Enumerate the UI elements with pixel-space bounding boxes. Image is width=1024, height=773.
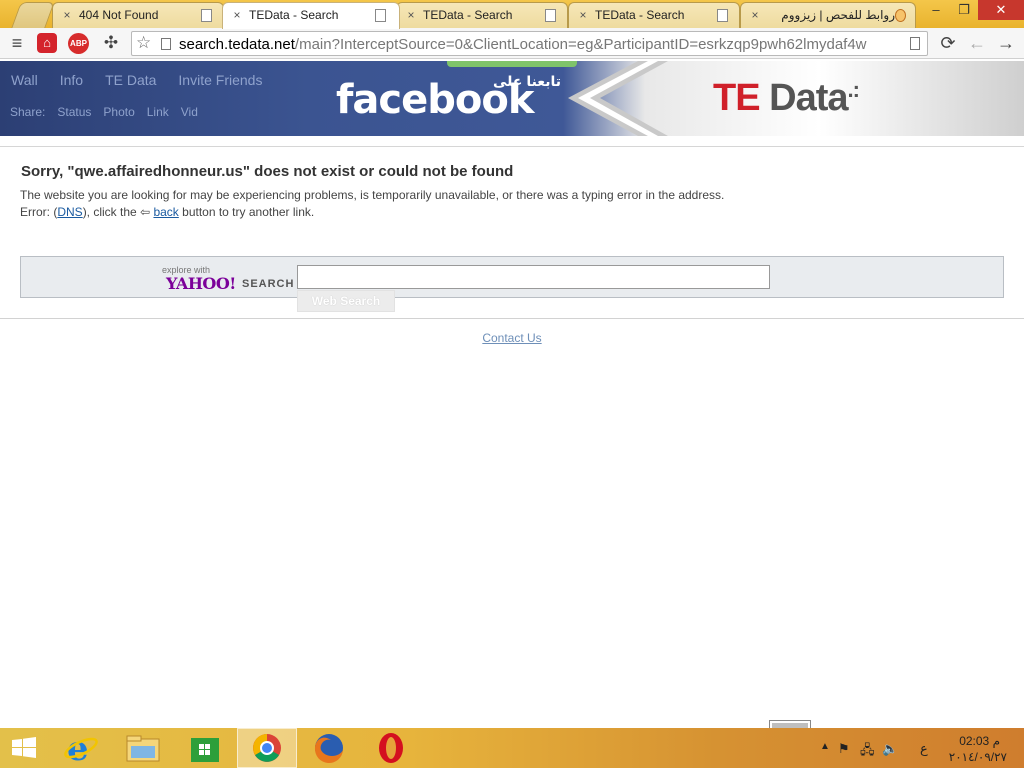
- action-center-flag-icon[interactable]: ⚑: [838, 741, 850, 757]
- fb-tab-wall: Wall: [11, 72, 38, 88]
- error-details: Error: (DNS), click the ⇦ back button to…: [20, 205, 314, 219]
- tab-title: TEData - Search: [595, 8, 685, 22]
- new-tab-button[interactable]: [11, 2, 55, 28]
- url-text[interactable]: search.tedata.net/main?InterceptSource=0…: [179, 36, 911, 53]
- search-input[interactable]: [297, 265, 770, 289]
- extension-pinwheel-icon[interactable]: ✣: [100, 32, 122, 54]
- fb-share-photo: Photo: [103, 105, 135, 119]
- error-title: Sorry, "qwe.affairedhonneur.us" does not…: [21, 163, 514, 180]
- tab-title: TEData - Search: [249, 8, 339, 22]
- minimize-icon[interactable]: –: [922, 0, 950, 20]
- fb-share-video: Vid: [180, 105, 198, 119]
- fb-share-status: Status: [57, 105, 92, 119]
- web-search-button[interactable]: Web Search: [297, 290, 395, 312]
- tab-tedata-search-2[interactable]: × TEData - Search: [396, 2, 568, 28]
- page-icon: [717, 9, 728, 22]
- back-icon[interactable]: ←: [966, 32, 988, 54]
- tab-title: 404 Not Found: [79, 8, 159, 22]
- page-icon: [545, 9, 556, 22]
- yahoo-search-box: explore with YAHOO! SEARCH: [20, 256, 1004, 298]
- fb-share-link: Link: [146, 105, 169, 119]
- search-label: SEARCH: [242, 278, 295, 290]
- bookmark-star-icon[interactable]: ☆: [136, 33, 151, 53]
- close-window-icon[interactable]: ✕: [978, 0, 1024, 20]
- tab-tedata-search-active[interactable]: × TEData - Search: [222, 2, 400, 29]
- page-icon: [161, 38, 171, 50]
- tab-close-icon[interactable]: ×: [749, 8, 761, 22]
- back-arrow-icon: ⇦: [140, 205, 151, 219]
- windows-start-icon[interactable]: [8, 728, 40, 768]
- internet-explorer-icon[interactable]: e: [51, 728, 111, 769]
- windows-taskbar: e ▲ ⚑ 🖧 🔈 ع 02:03 م ٢٠١٤/٠٩/٢٧: [0, 728, 1024, 769]
- dns-link[interactable]: DNS: [57, 205, 82, 219]
- fb-tab-info: Info: [59, 72, 84, 88]
- banner-accent-bar: [447, 61, 577, 67]
- url-domain: search.tedata.net: [179, 36, 295, 53]
- error-prefix: Error: (: [20, 205, 58, 219]
- system-tray: ▲ ⚑ 🖧 🔈 ع 02:03 م ٢٠١٤/٠٩/٢٧: [814, 728, 1024, 768]
- tab-close-icon[interactable]: ×: [231, 8, 243, 22]
- site-favicon-icon: [895, 9, 906, 22]
- tab-tedata-search-3[interactable]: × TEData - Search: [568, 2, 740, 28]
- menu-icon[interactable]: ≡: [6, 32, 28, 54]
- browser-toolbar: ≡ ⌂ ABP ✣ ☆ search.tedata.net/main?Inter…: [0, 28, 1024, 59]
- adblock-plus-icon[interactable]: ABP: [68, 33, 89, 54]
- page-icon: [375, 9, 386, 22]
- contact-us-link[interactable]: Contact Us: [482, 331, 541, 345]
- windows-store-icon[interactable]: [175, 728, 235, 768]
- error-description: The website you are looking for may be e…: [20, 188, 725, 202]
- volume-icon[interactable]: 🔈: [882, 741, 898, 757]
- fb-tabs: Wall Info TE Data Invite Friends: [0, 69, 273, 91]
- back-link[interactable]: back: [153, 205, 178, 219]
- error-mid: ), click the: [82, 205, 141, 219]
- content-divider: [0, 318, 1024, 319]
- window-controls: – ❐ ✕: [922, 0, 1024, 22]
- restore-icon[interactable]: ❐: [950, 0, 978, 20]
- tab-zizoom-links[interactable]: × روابط للفحص | زيزووم: [740, 2, 916, 28]
- tab-404-not-found[interactable]: × 404 Not Found: [52, 2, 224, 28]
- footer: Contact Us: [0, 331, 1024, 345]
- yahoo-logo: YAHOO!: [166, 274, 236, 293]
- tab-title: روابط للفحص | زيزووم: [781, 8, 895, 22]
- tedata-logo-te: TE: [713, 77, 761, 119]
- tab-close-icon[interactable]: ×: [61, 8, 73, 22]
- follow-us-arabic-text: تابعنا على: [493, 73, 561, 89]
- tab-title: TEData - Search: [423, 8, 513, 22]
- url-path: /main?InterceptSource=0&ClientLocation=e…: [294, 36, 867, 53]
- address-bar[interactable]: ☆ search.tedata.net/main?InterceptSource…: [131, 31, 928, 56]
- firefox-icon[interactable]: [299, 728, 359, 768]
- fb-tab-tedata: TE Data: [105, 72, 157, 88]
- error-suffix: button to try another link.: [178, 205, 315, 219]
- page-info-icon[interactable]: [910, 37, 920, 50]
- clock-date[interactable]: ٢٠١٤/٠٩/٢٧: [949, 750, 1007, 764]
- fb-share-label: Share:: [10, 105, 46, 119]
- opera-icon[interactable]: [361, 728, 421, 768]
- fb-share-row: Share: Status Photo Link Vid: [10, 105, 198, 119]
- reload-icon[interactable]: ⟳: [937, 32, 959, 54]
- chrome-icon[interactable]: [237, 728, 297, 768]
- avira-extension-icon[interactable]: ⌂: [37, 33, 57, 53]
- clock-time[interactable]: 02:03 م: [959, 734, 1000, 748]
- chevron-graphic: [568, 61, 668, 136]
- title-bar: × 404 Not Found × TEData - Search × TEDa…: [0, 0, 1024, 29]
- banner-divider: [0, 146, 1024, 147]
- tedata-logo-data: Data: [759, 77, 848, 119]
- fb-tab-invite-friends: Invite Friends: [178, 72, 263, 88]
- forward-icon[interactable]: →: [995, 32, 1017, 54]
- network-icon[interactable]: 🖧: [860, 741, 875, 763]
- tedata-facebook-banner[interactable]: Wall Info TE Data Invite Friends Share: …: [0, 61, 1024, 136]
- show-hidden-icons-icon[interactable]: ▲: [820, 741, 830, 752]
- input-language-indicator[interactable]: ع: [920, 741, 928, 757]
- file-explorer-icon[interactable]: [113, 728, 173, 768]
- tedata-logo: TE Data.:: [713, 77, 860, 120]
- tab-close-icon[interactable]: ×: [405, 8, 417, 22]
- tab-close-icon[interactable]: ×: [577, 8, 589, 22]
- tedata-logo-dots: .:: [847, 77, 859, 102]
- page-icon: [201, 9, 212, 22]
